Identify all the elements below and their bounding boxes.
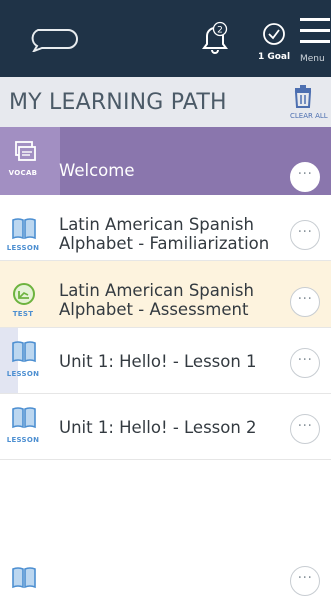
- clear-all-label: CLEAR ALL: [290, 112, 328, 120]
- more-dots-icon: ···: [297, 166, 313, 182]
- list-item[interactable]: LESSON Unit 1: Hello! - Lesson 1 ···: [0, 328, 331, 394]
- more-dots-icon: ···: [297, 418, 313, 434]
- more-dots-icon: ···: [297, 224, 313, 240]
- list-item[interactable]: VOCAB Welcome ···: [0, 127, 331, 195]
- menu-button[interactable]: Menu: [298, 16, 331, 66]
- flashcards-icon: [15, 141, 36, 161]
- goal-button[interactable]: 1 Goal: [252, 20, 296, 66]
- more-dots-icon: ···: [297, 291, 313, 307]
- more-dots-icon: ···: [297, 570, 313, 586]
- item-type-label: LESSON: [6, 436, 40, 444]
- trash-icon: [294, 85, 312, 108]
- item-title: Unit 1: Hello! - Lesson 2: [59, 418, 257, 437]
- goal-label: 1 Goal: [257, 52, 291, 62]
- clear-all-button[interactable]: CLEAR ALL: [288, 85, 331, 123]
- item-title: Welcome: [59, 161, 135, 180]
- top-bar: 2 1 Goal Menu: [0, 0, 331, 77]
- notifications-button[interactable]: 2: [198, 20, 232, 56]
- book-icon: [12, 341, 36, 363]
- item-type-label: TEST: [12, 310, 34, 318]
- hamburger-icon: [300, 18, 330, 21]
- list-item[interactable]: LESSON Unit 1: Hello! - Lesson 2 ···: [0, 394, 331, 460]
- more-options-button[interactable]: ···: [290, 566, 320, 596]
- item-type-label: VOCAB: [8, 169, 38, 177]
- item-type-label: LESSON: [6, 370, 40, 378]
- book-icon: [12, 218, 36, 240]
- bell-icon: 2: [202, 21, 228, 54]
- book-icon: [12, 567, 36, 589]
- more-options-button[interactable]: ···: [290, 162, 320, 192]
- list-item[interactable]: LESSON Latin American Spanish Alphabet -…: [0, 195, 331, 261]
- more-options-button[interactable]: ···: [290, 220, 320, 250]
- more-options-button[interactable]: ···: [290, 287, 320, 317]
- test-icon: [13, 283, 35, 305]
- item-title: Latin American Spanish Alphabet - Assess…: [59, 281, 254, 319]
- page-header: MY LEARNING PATH CLEAR ALL: [0, 77, 331, 127]
- more-options-button[interactable]: ···: [290, 348, 320, 378]
- list-item[interactable]: TEST Latin American Spanish Alphabet - A…: [0, 261, 331, 328]
- goal-check-icon: [263, 23, 285, 45]
- logo-icon[interactable]: [28, 26, 78, 52]
- notification-count: 2: [217, 26, 223, 36]
- item-title: Latin American Spanish Alphabet - Famili…: [59, 215, 270, 253]
- item-type-label: LESSON: [6, 244, 40, 252]
- menu-label: Menu: [300, 54, 325, 64]
- book-icon: [12, 407, 36, 429]
- list-item[interactable]: ···: [0, 460, 331, 596]
- page-title: MY LEARNING PATH: [9, 90, 227, 115]
- more-options-button[interactable]: ···: [290, 414, 320, 444]
- item-title: Unit 1: Hello! - Lesson 1: [59, 352, 257, 371]
- more-dots-icon: ···: [297, 352, 313, 368]
